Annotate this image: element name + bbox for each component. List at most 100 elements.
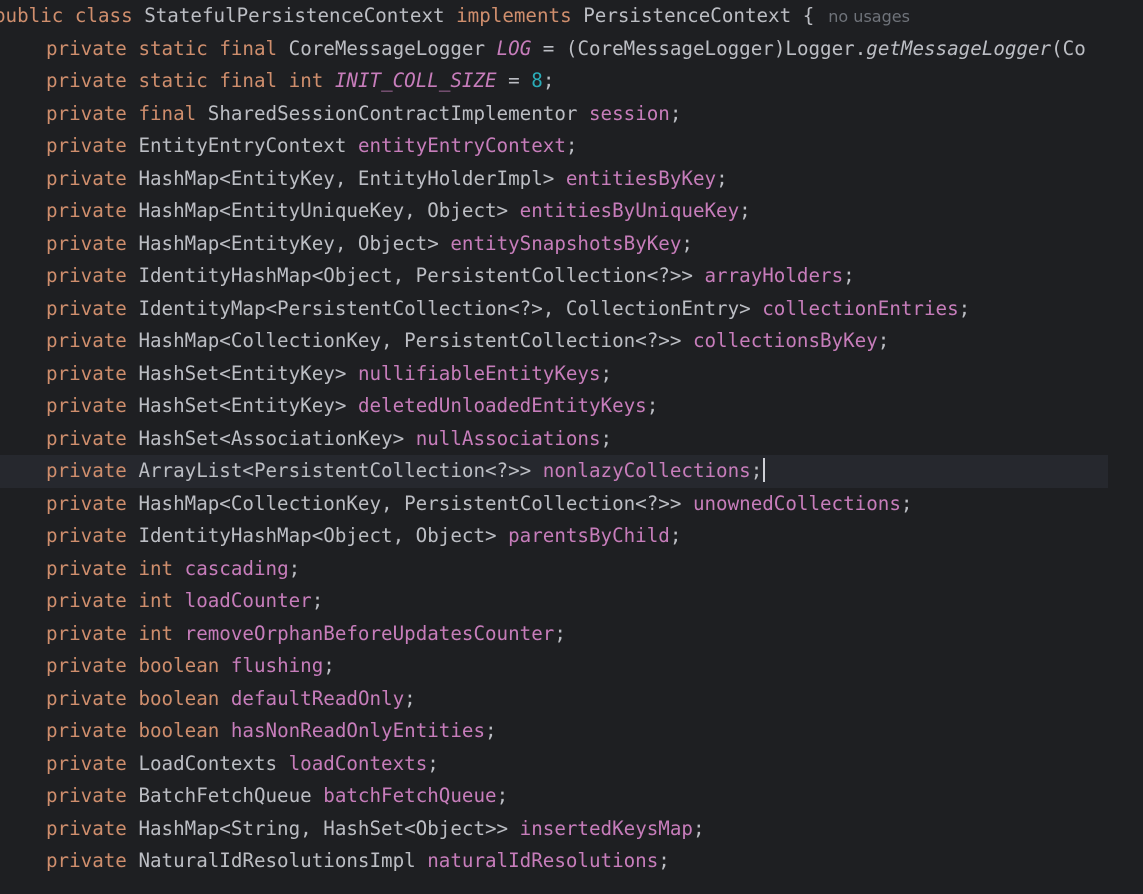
field-name[interactable]: nonlazyCollections (543, 459, 751, 482)
code-line[interactable]: private LoadContexts loadContexts; (0, 748, 1108, 781)
field-name[interactable]: nullAssociations (416, 427, 601, 450)
class-name[interactable]: StatefulPersistenceContext (144, 4, 444, 27)
code-line[interactable]: private IdentityHashMap<Object, Object> … (0, 520, 1108, 553)
code-editor[interactable]: public class StatefulPersistenceContext … (0, 0, 1143, 894)
field-name[interactable]: batchFetchQueue (323, 784, 496, 807)
code-line[interactable]: private int removeOrphanBeforeUpdatesCou… (0, 618, 1108, 651)
field-name[interactable]: insertedKeysMap (520, 817, 693, 840)
keyword-private: private (46, 491, 127, 515)
field-name[interactable]: entityEntryContext (358, 134, 566, 157)
field-name[interactable]: nullifiableEntityKeys (358, 362, 601, 385)
code-line[interactable]: private boolean flushing; (0, 650, 1108, 683)
code-line-current[interactable]: private ArrayList<PersistentCollection<?… (0, 455, 1108, 488)
field-type: IdentityHashMap<Object, Object> (138, 524, 497, 547)
field-type: HashSet<AssociationKey> (138, 426, 405, 450)
field-name[interactable]: entitiesByKey (566, 167, 716, 190)
semicolon: ; (716, 166, 728, 190)
code-line[interactable]: private int loadCounter; (0, 585, 1108, 618)
field-name[interactable]: session (589, 102, 670, 125)
keyword-private: private (46, 134, 127, 157)
semicolon: ; (646, 394, 659, 417)
code-line[interactable]: private IdentityMap<PersistentCollection… (0, 293, 1108, 326)
method-name[interactable]: getMessageLogger (866, 37, 1051, 60)
semicolon: ; (496, 784, 509, 807)
semicolon: ; (323, 654, 335, 677)
keyword-private: private (46, 849, 127, 872)
field-name[interactable]: arrayHolders (705, 264, 844, 287)
field-name[interactable]: naturalIdResolutions (427, 849, 658, 872)
field-type: SharedSessionContractImplementor (207, 101, 578, 125)
field-type: int (138, 556, 174, 580)
field-type: HashMap<String, HashSet<Object>> (138, 816, 509, 840)
code-line[interactable]: private HashMap<CollectionKey, Persisten… (0, 488, 1108, 521)
code-line[interactable]: private NaturalIdResolutionsImpl natural… (0, 845, 1108, 878)
field-type: int (288, 69, 324, 92)
right-gutter (1108, 0, 1143, 894)
code-line[interactable]: private HashSet<EntityKey> deletedUnload… (0, 390, 1108, 423)
semicolon: ; (600, 361, 613, 385)
semicolon: ; (288, 556, 301, 580)
code-text: = (496, 69, 532, 92)
field-name[interactable]: parentsByChild (508, 524, 670, 547)
keyword-private: private (46, 556, 127, 580)
field-name[interactable]: unownedCollections (693, 492, 901, 515)
code-line[interactable]: private HashMap<EntityUniqueKey, Object>… (0, 195, 1108, 228)
field-type: ArrayList<PersistentCollection<?>> (138, 459, 532, 482)
field-name[interactable]: deletedUnloadedEntityKeys (358, 394, 647, 417)
field-name[interactable]: collectionsByKey (693, 329, 878, 352)
semicolon: ; (900, 491, 913, 515)
field-name[interactable]: entitySnapshotsByKey (450, 232, 681, 255)
field-name[interactable]: collectionEntries (762, 297, 958, 320)
semicolon: ; (554, 621, 566, 645)
code-line[interactable]: private int cascading; (0, 553, 1108, 586)
keyword-private: private (46, 784, 127, 807)
code-area[interactable]: public class StatefulPersistenceContext … (0, 0, 1108, 878)
semicolon: ; (958, 296, 971, 320)
field-type: int (138, 589, 174, 612)
code-line[interactable]: private EntityEntryContext entityEntryCo… (0, 130, 1108, 163)
keyword-private: private (46, 231, 127, 255)
field-type: HashSet<EntityKey> (138, 361, 347, 385)
field-name[interactable]: flushing (231, 654, 323, 677)
semicolon: ; (681, 231, 693, 255)
code-line-session[interactable]: private final SharedSessionContractImple… (0, 98, 1108, 131)
text-caret (763, 458, 766, 482)
interface-name[interactable]: PersistenceContext (583, 4, 791, 27)
code-line[interactable]: private HashMap<String, HashSet<Object>>… (0, 813, 1108, 846)
semicolon: ; (750, 459, 763, 482)
code-line[interactable]: private HashMap<EntityKey, EntityHolderI… (0, 163, 1108, 196)
field-name[interactable]: defaultReadOnly (231, 687, 404, 710)
code-line[interactable]: private boolean defaultReadOnly; (0, 683, 1108, 716)
code-text: = (CoreMessageLogger)Logger. (531, 36, 867, 60)
code-line[interactable]: private HashSet<EntityKey> nullifiableEn… (0, 358, 1108, 391)
keyword-private: private (46, 686, 127, 710)
field-name[interactable]: INIT_COLL_SIZE (335, 69, 497, 92)
keyword-final: final (219, 69, 278, 92)
semicolon: ; (542, 69, 555, 92)
field-type: IdentityHashMap<Object, PersistentCollec… (138, 264, 693, 287)
class-declaration-line[interactable]: public class StatefulPersistenceContext … (0, 0, 1108, 33)
keyword-final: final (219, 36, 278, 60)
code-line[interactable]: private IdentityHashMap<Object, Persiste… (0, 260, 1108, 293)
field-name[interactable]: LOG (497, 37, 532, 60)
field-name[interactable]: entitiesByUniqueKey (520, 199, 740, 222)
field-name[interactable]: hasNonReadOnlyEntities (231, 719, 485, 742)
field-type: IdentityMap<PersistentCollection<?>, Col… (138, 296, 751, 320)
code-line-init-coll-size[interactable]: private static final int INIT_COLL_SIZE … (0, 65, 1108, 98)
code-line[interactable]: private BatchFetchQueue batchFetchQueue; (0, 780, 1108, 813)
keyword-private: private (46, 816, 127, 840)
field-name[interactable]: loadContexts (289, 752, 428, 775)
code-line-log[interactable]: private static final CoreMessageLogger L… (0, 33, 1108, 66)
usages-inlay-hint[interactable]: no usages (828, 7, 910, 26)
code-line[interactable]: private HashMap<EntityKey, Object> entit… (0, 228, 1108, 261)
keyword-final: final (138, 101, 197, 125)
code-line[interactable]: private HashSet<AssociationKey> nullAsso… (0, 423, 1108, 456)
code-line[interactable]: private boolean hasNonReadOnlyEntities; (0, 715, 1108, 748)
code-text: (Co (1051, 36, 1086, 60)
field-type: boolean (138, 686, 220, 710)
field-name[interactable]: cascading (185, 557, 289, 580)
field-name[interactable]: removeOrphanBeforeUpdatesCounter (185, 622, 555, 645)
keyword-public: public (0, 4, 64, 27)
code-line[interactable]: private HashMap<CollectionKey, Persisten… (0, 325, 1108, 358)
field-name[interactable]: loadCounter (185, 589, 312, 612)
